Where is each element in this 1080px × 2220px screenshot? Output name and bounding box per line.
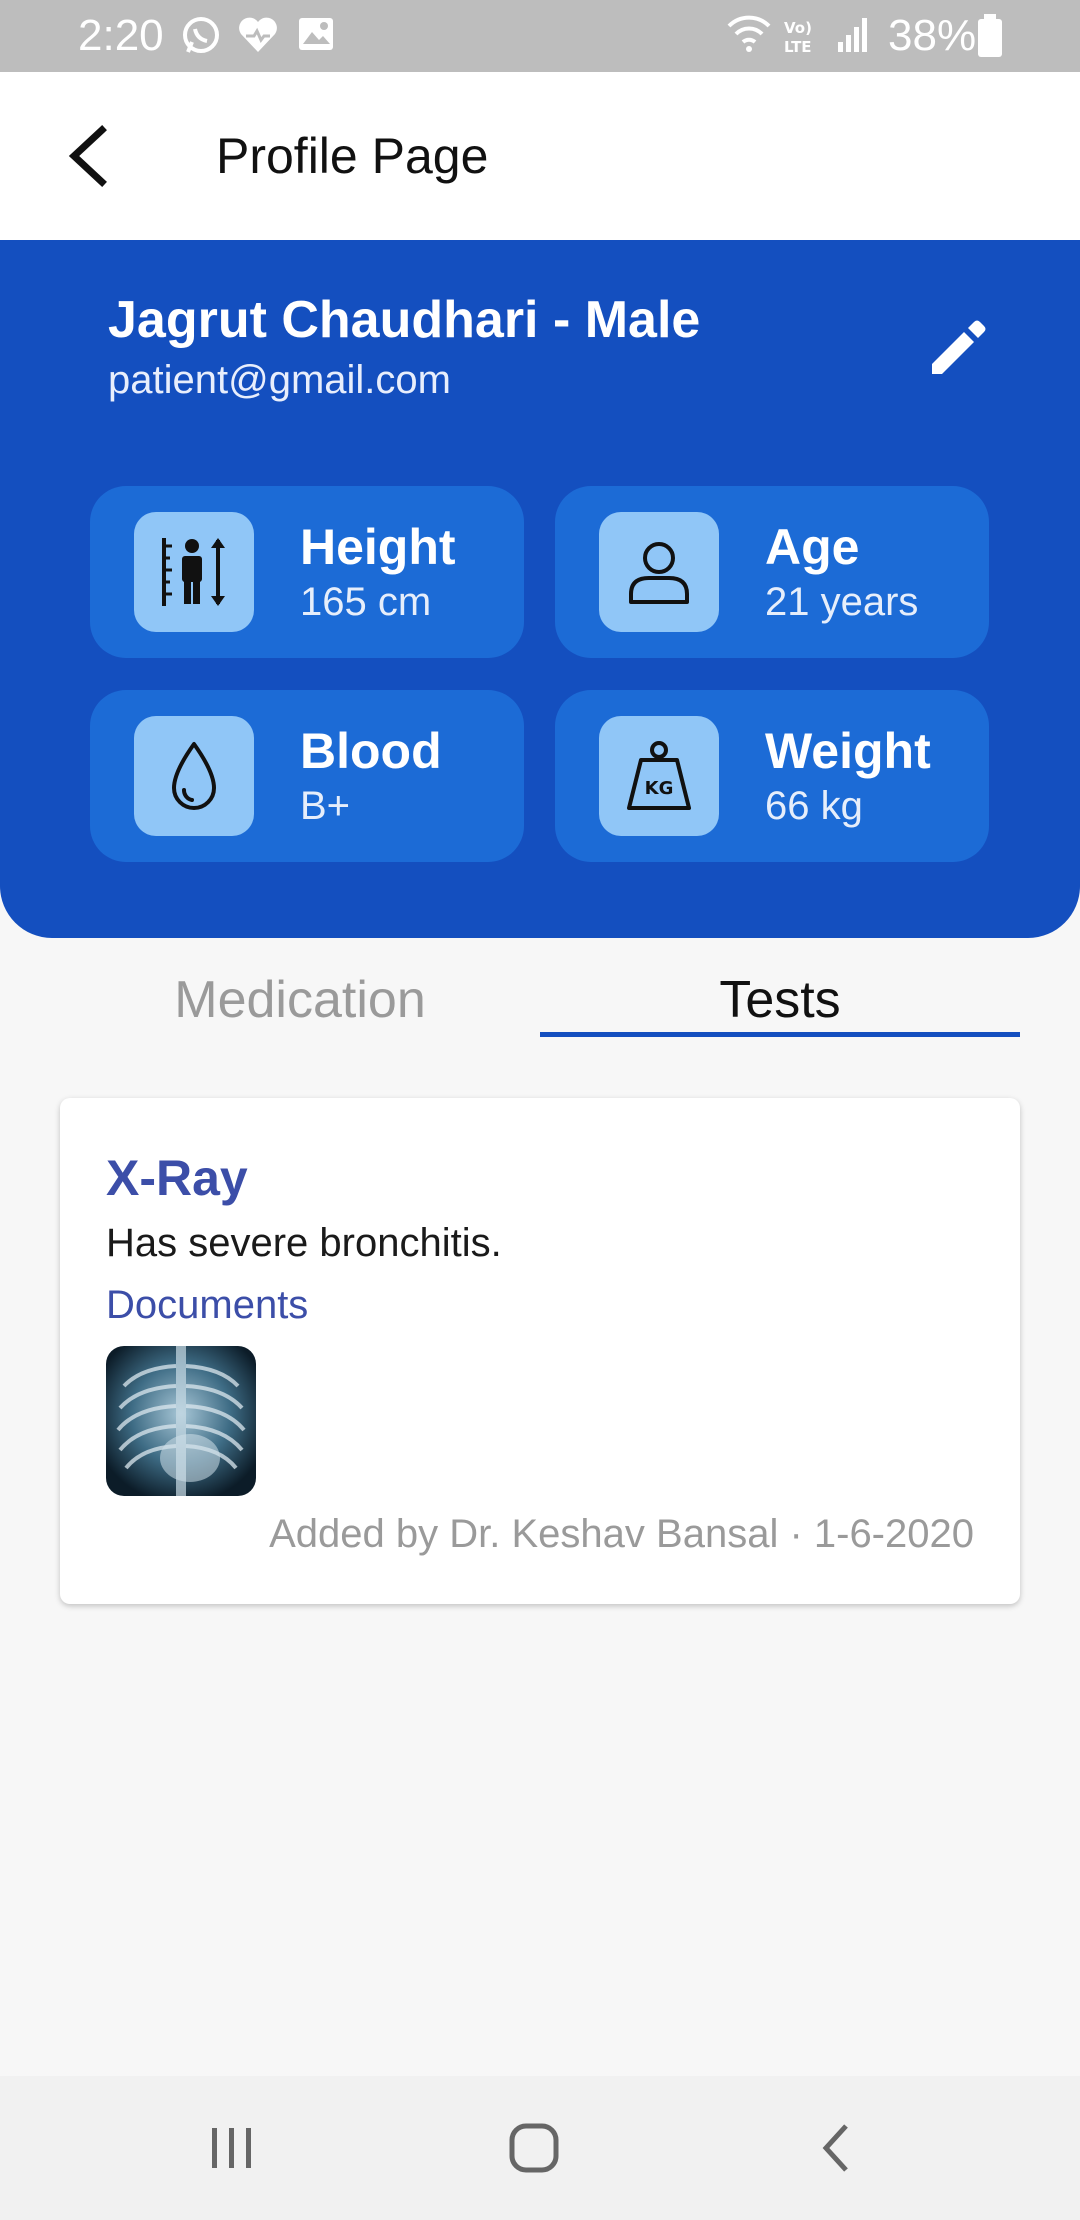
status-bar: 2:20 Vo) LTE 38%	[0, 0, 1080, 72]
chevron-left-icon	[68, 125, 107, 187]
back-button[interactable]	[52, 116, 132, 196]
test-record-card[interactable]: X-Ray Has severe bronchitis. Documents A…	[60, 1098, 1020, 1604]
stat-label: Weight	[765, 723, 931, 779]
signal-icon	[834, 14, 874, 59]
home-icon	[509, 2123, 559, 2173]
profile-header: Jagrut Chaudhari - Male patient@gmail.co…	[0, 240, 1080, 938]
stat-card-height: Height 165 cm	[90, 486, 524, 658]
stat-value: 165 cm	[300, 580, 432, 624]
height-icon	[134, 512, 254, 632]
test-title: X-Ray	[106, 1150, 248, 1206]
health-icon	[236, 14, 280, 61]
page-title: Profile Page	[216, 128, 489, 184]
tab-medication[interactable]: Medication	[60, 960, 540, 1040]
stat-card-weight: KG Weight 66 kg	[555, 690, 989, 862]
svg-text:LTE: LTE	[784, 38, 812, 56]
stat-value: 21 years	[765, 580, 919, 624]
recent-apps-button[interactable]	[200, 2116, 264, 2180]
stat-card-blood: Blood B+	[90, 690, 524, 862]
xray-document-thumbnail[interactable]	[106, 1346, 256, 1496]
battery-percent: 38%	[888, 11, 977, 60]
tab-tests[interactable]: Tests	[540, 960, 1020, 1040]
wifi-icon	[726, 14, 772, 59]
svg-text:KG: KG	[645, 778, 674, 799]
added-by-info: Added by Dr. Keshav Bansal · 1-6-2020	[269, 1512, 974, 1556]
blood-drop-icon	[134, 716, 254, 836]
patient-name: Jagrut Chaudhari - Male	[108, 291, 701, 349]
battery-icon	[976, 14, 1004, 63]
person-icon	[599, 512, 719, 632]
patient-email: patient@gmail.com	[108, 358, 451, 402]
app-bar: Profile Page	[0, 72, 1080, 240]
stat-label: Height	[300, 519, 456, 575]
stat-value: 66 kg	[765, 784, 863, 828]
edit-profile-button[interactable]	[922, 310, 994, 382]
home-button[interactable]	[502, 2116, 566, 2180]
stat-label: Age	[765, 519, 860, 575]
weight-icon: KG	[599, 716, 719, 836]
documents-link[interactable]: Documents	[106, 1280, 308, 1330]
stat-value: B+	[300, 784, 351, 828]
recent-apps-icon	[212, 2128, 251, 2168]
volte-icon: Vo) LTE	[782, 16, 822, 61]
gallery-icon	[296, 14, 336, 59]
back-icon	[822, 2124, 848, 2172]
svg-text:Vo): Vo)	[784, 19, 812, 37]
system-nav-bar	[0, 2076, 1080, 2220]
whatsapp-icon	[180, 14, 222, 61]
test-description: Has severe bronchitis.	[106, 1221, 502, 1265]
stat-card-age: Age 21 years	[555, 486, 989, 658]
status-time: 2:20	[78, 11, 164, 60]
system-back-button[interactable]	[806, 2116, 870, 2180]
pencil-icon	[932, 320, 986, 374]
tab-indicator	[540, 1032, 1020, 1037]
stat-label: Blood	[300, 723, 442, 779]
